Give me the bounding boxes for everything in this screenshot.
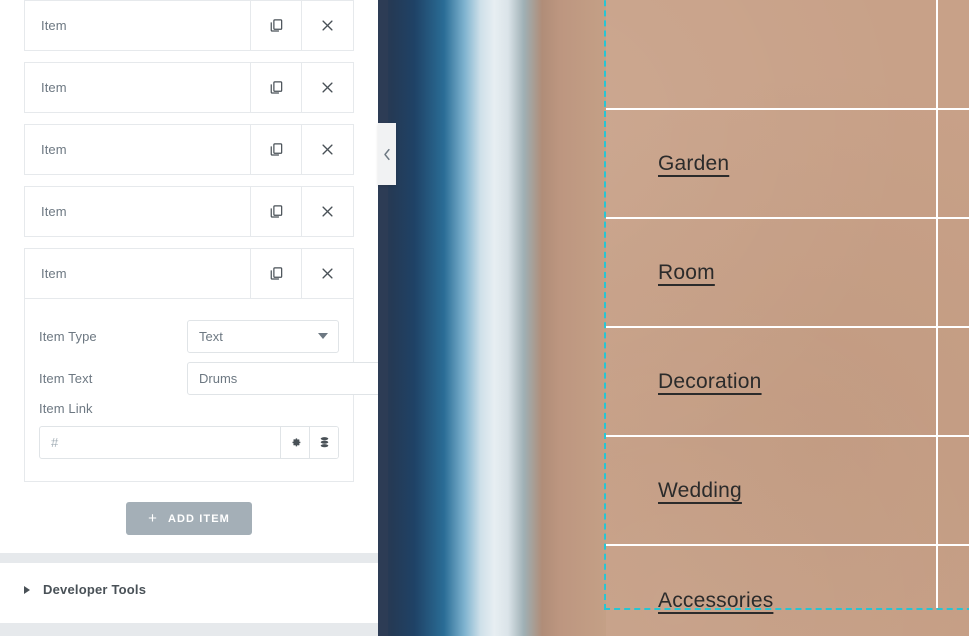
editor-panel: Item Item Item Item Item Item Type Text … xyxy=(0,0,378,636)
add-item-button[interactable]: + ADD ITEM xyxy=(126,502,252,535)
duplicate-icon[interactable] xyxy=(251,125,302,174)
section-developer-tools[interactable]: Developer Tools xyxy=(0,563,378,616)
gear-icon[interactable] xyxy=(280,427,309,458)
field-label-item-type: Item Type xyxy=(39,328,97,344)
repeater-row[interactable]: Item xyxy=(24,62,354,113)
plus-icon: + xyxy=(148,510,158,527)
grid-cell-label[interactable]: Decoration xyxy=(658,370,762,394)
duplicate-icon[interactable] xyxy=(251,187,302,236)
database-icon[interactable] xyxy=(309,427,338,458)
grid-cell-label[interactable]: Garden xyxy=(658,152,729,176)
panel-collapse-button[interactable] xyxy=(378,123,396,185)
grid-cell[interactable] xyxy=(606,0,969,110)
duplicate-icon[interactable] xyxy=(251,249,302,298)
repeater-row-title[interactable]: Item xyxy=(25,187,251,236)
page-preview[interactable]: Garden Room Decoration Wedding Accessori… xyxy=(378,0,969,636)
field-label-item-link: Item Link xyxy=(39,401,93,416)
grid-cell-label[interactable]: Wedding xyxy=(658,479,742,503)
repeater-row[interactable]: Item xyxy=(24,124,354,175)
grid-cell[interactable]: Decoration xyxy=(606,328,969,437)
field-label-item-text: Item Text xyxy=(39,370,93,386)
item-type-value: Text xyxy=(199,328,223,344)
field-item-link: Item Link xyxy=(39,399,339,459)
section-developer-tools-label: Developer Tools xyxy=(43,582,147,597)
preview-image-blur xyxy=(378,0,606,636)
duplicate-icon[interactable] xyxy=(251,1,302,50)
repeater-control: Item Item Item Item Item Item Type Text … xyxy=(0,0,378,553)
close-icon[interactable] xyxy=(302,187,353,236)
preview-edge-strip xyxy=(378,0,388,636)
repeater-row[interactable]: Item xyxy=(24,186,354,237)
repeater-row-title[interactable]: Item xyxy=(25,125,251,174)
field-item-text: Item Text xyxy=(39,357,378,399)
grid-cell[interactable]: Room xyxy=(606,219,969,328)
editor-root: Item Item Item Item Item Item Type Text … xyxy=(0,0,969,636)
repeater-row-title[interactable]: Item xyxy=(25,63,251,112)
repeater-row-active[interactable]: Item xyxy=(24,248,354,299)
repeater-row-title[interactable]: Item xyxy=(25,249,251,298)
grid-cell-label[interactable]: Accessories xyxy=(658,589,773,613)
chevron-down-icon xyxy=(318,333,328,339)
grid-cell-label[interactable]: Room xyxy=(658,261,715,285)
field-item-type: Item Type Text xyxy=(39,315,339,357)
duplicate-icon[interactable] xyxy=(251,63,302,112)
close-icon[interactable] xyxy=(302,125,353,174)
close-icon[interactable] xyxy=(302,1,353,50)
close-icon[interactable] xyxy=(302,63,353,112)
grid-cell[interactable]: Garden xyxy=(606,110,969,219)
close-icon[interactable] xyxy=(302,249,353,298)
panel-divider xyxy=(0,553,378,563)
add-item-label: ADD ITEM xyxy=(167,512,230,525)
item-text-input[interactable] xyxy=(188,362,378,394)
panel-bottom-bar xyxy=(0,623,378,636)
repeater-row-title[interactable]: Item xyxy=(25,1,251,50)
repeater-item-fields: Item Type Text Item Text Drums Item Link… xyxy=(24,299,378,482)
chevron-right-icon xyxy=(24,585,30,594)
repeater-row[interactable]: Item xyxy=(24,0,354,51)
grid-cell[interactable]: Wedding xyxy=(606,437,969,546)
grid-cell[interactable]: Accessories xyxy=(606,546,969,636)
item-type-select[interactable]: Text xyxy=(187,319,339,353)
selected-grid-widget[interactable]: Garden Room Decoration Wedding Accessori… xyxy=(604,0,969,612)
item-link-input[interactable] xyxy=(40,427,280,458)
